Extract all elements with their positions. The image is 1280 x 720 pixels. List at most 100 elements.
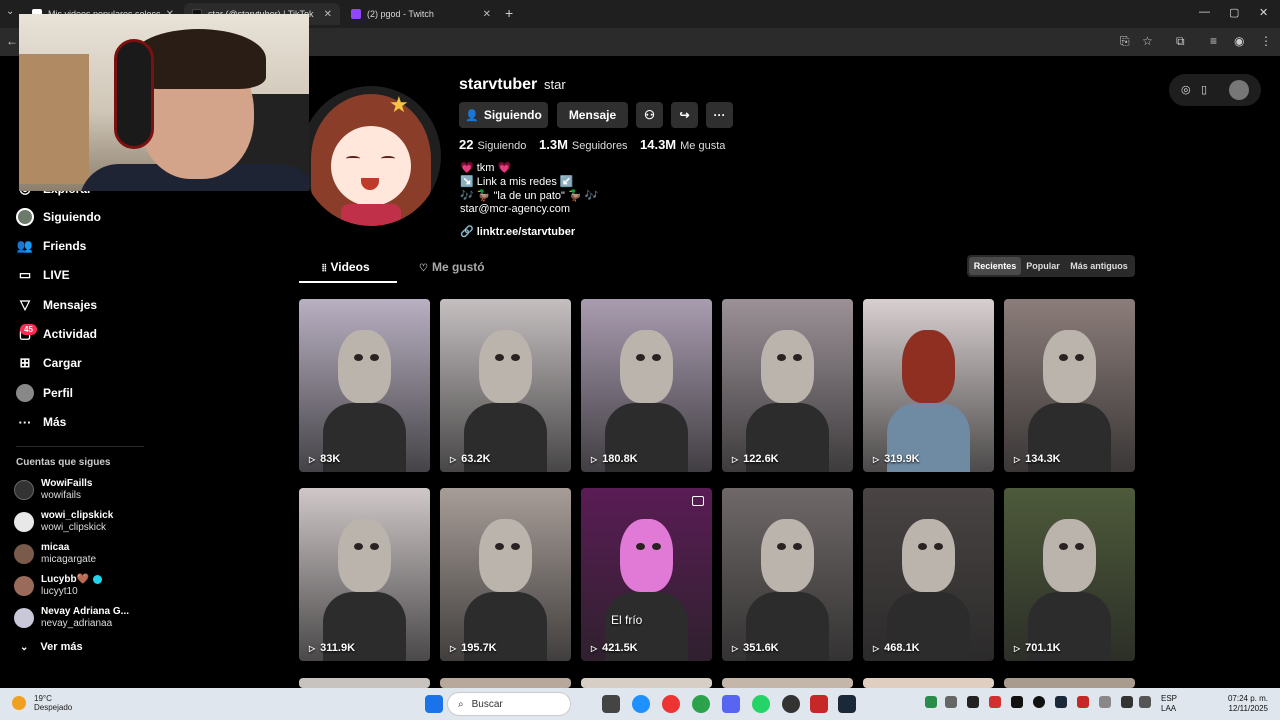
app-red-icon[interactable] bbox=[810, 695, 828, 713]
see-more-button[interactable]: ⌄ Ver más bbox=[20, 641, 83, 653]
followers-stat[interactable]: 1.3M Seguidores bbox=[539, 137, 628, 152]
install-app-icon[interactable]: ⎘ bbox=[1120, 34, 1130, 49]
video-view-count: ▷ 122.6K bbox=[732, 453, 779, 465]
extensions-icon[interactable]: ⧉ bbox=[1176, 34, 1185, 49]
video-thumbnail-partial[interactable] bbox=[581, 678, 712, 688]
browser-tab-2[interactable]: (2) pgod - Twitch ✕ bbox=[343, 3, 499, 25]
sidebar-item-messages[interactable]: ▽ Mensajes bbox=[16, 294, 97, 316]
video-thumbnail[interactable]: ▷ 468.1K bbox=[863, 488, 994, 661]
following-count: 22 bbox=[459, 137, 474, 152]
followed-account-item[interactable]: WowiFaills wowifails bbox=[14, 478, 93, 502]
video-thumbnail[interactable]: ▷ 195.7K bbox=[440, 488, 571, 661]
system-clock[interactable]: 07:24 p. m. 12/11/2025 bbox=[1226, 694, 1268, 714]
following-stat[interactable]: 22 Siguiendo bbox=[459, 137, 526, 152]
activity-badge: 45 bbox=[20, 324, 37, 335]
likes-stat: 14.3M Me gusta bbox=[640, 137, 725, 152]
obs-icon[interactable] bbox=[782, 695, 800, 713]
video-thumbnail[interactable]: ▷ 122.6K bbox=[722, 299, 853, 472]
compass-icon[interactable]: ◎ bbox=[1181, 83, 1191, 96]
sidebar-item-more[interactable]: ··· Más bbox=[16, 411, 67, 433]
tray-app-icon[interactable] bbox=[925, 696, 937, 708]
avatar-collar bbox=[341, 204, 401, 226]
video-thumbnail[interactable]: ▷ 701.1K bbox=[1004, 488, 1135, 661]
video-thumbnail-partial[interactable] bbox=[722, 678, 853, 688]
bio-link[interactable]: 🔗 linktr.ee/starvtuber bbox=[460, 225, 575, 238]
sidebar-item-profile[interactable]: Perfil bbox=[16, 382, 73, 404]
followed-account-item[interactable]: wowi_clipskick wowi_clipskick bbox=[14, 510, 113, 534]
suggested-accounts-button[interactable]: ⚇ bbox=[636, 102, 663, 128]
more-icon: ··· bbox=[18, 414, 32, 430]
video-thumbnail-partial[interactable] bbox=[1004, 678, 1135, 688]
user-avatar[interactable] bbox=[1229, 80, 1249, 100]
message-button[interactable]: Mensaje bbox=[557, 102, 628, 128]
share-button[interactable]: ↪ bbox=[671, 102, 698, 128]
video-thumbnail[interactable]: ▷ 83K bbox=[299, 299, 430, 472]
video-thumbnail[interactable]: ▷ 319.9K bbox=[863, 299, 994, 472]
tray-app-icon[interactable] bbox=[1055, 696, 1067, 708]
chrome-profile-icon[interactable] bbox=[692, 695, 710, 713]
tray-app-icon[interactable] bbox=[945, 696, 957, 708]
browser-menu-icon[interactable]: ⋮ bbox=[1260, 34, 1272, 48]
followed-account-item[interactable]: Lucybb🤎 lucyyt10 bbox=[14, 574, 103, 598]
webcam-headset bbox=[114, 39, 154, 149]
reading-list-icon[interactable]: ≡ bbox=[1210, 34, 1217, 48]
tray-app-icon[interactable] bbox=[1077, 696, 1089, 708]
task-view-icon[interactable] bbox=[602, 695, 620, 713]
tray-app-icon[interactable] bbox=[1099, 696, 1111, 708]
video-thumbnail[interactable]: ▷ 421.5K El frío bbox=[581, 488, 712, 661]
mic-icon[interactable] bbox=[1139, 696, 1151, 708]
sidebar-item-following[interactable]: Siguiendo bbox=[16, 206, 101, 228]
more-options-button[interactable]: ··· bbox=[706, 102, 733, 128]
video-thumbnail[interactable]: ▷ 311.9K bbox=[299, 488, 430, 661]
weather-widget[interactable]: 19°C Despejado bbox=[12, 694, 72, 712]
chrome-icon[interactable] bbox=[662, 695, 680, 713]
sidebar-item-upload[interactable]: ⊞ Cargar bbox=[16, 352, 82, 374]
video-thumbnail[interactable]: ▷ 134.3K bbox=[1004, 299, 1135, 472]
profile-avatar[interactable]: ★ bbox=[301, 86, 441, 226]
video-thumbnail-partial[interactable] bbox=[440, 678, 571, 688]
steam-icon[interactable] bbox=[838, 695, 856, 713]
minimize-button[interactable]: — bbox=[1199, 6, 1210, 18]
sidebar-item-friends[interactable]: 👥 Friends bbox=[16, 235, 86, 257]
tray-app-icon[interactable] bbox=[967, 696, 979, 708]
tab-videos[interactable]: ⦙⦙ Videos bbox=[322, 260, 370, 274]
followed-account-item[interactable]: Nevay Adriana G... nevay_adrianaa bbox=[14, 606, 129, 630]
tray-app-icon[interactable] bbox=[989, 696, 1001, 708]
tray-app-icon[interactable] bbox=[1011, 696, 1023, 708]
tab-liked[interactable]: ♡ Me gustó bbox=[419, 260, 485, 274]
followed-account-item[interactable]: micaa micagargate bbox=[14, 542, 96, 566]
following-accounts-heading: Cuentas que sigues bbox=[16, 457, 111, 468]
video-thumbnail-partial[interactable] bbox=[299, 678, 430, 688]
sort-popular-button[interactable]: Popular bbox=[1023, 257, 1063, 275]
close-tab-icon[interactable]: ✕ bbox=[483, 9, 491, 20]
whatsapp-icon[interactable] bbox=[752, 695, 770, 713]
play-icon: ▷ bbox=[591, 643, 598, 653]
sort-recent-button[interactable]: Recientes bbox=[969, 257, 1021, 275]
tab-search-icon[interactable]: ⌄ bbox=[6, 6, 14, 17]
edge-icon[interactable] bbox=[632, 695, 650, 713]
close-window-button[interactable]: ✕ bbox=[1259, 6, 1268, 19]
video-view-count: ▷ 311.9K bbox=[309, 642, 355, 654]
discord-icon[interactable] bbox=[722, 695, 740, 713]
video-thumbnail[interactable]: ▷ 63.2K bbox=[440, 299, 571, 472]
language-indicator[interactable]: ESP LAA bbox=[1161, 694, 1177, 714]
video-thumbnail[interactable]: ▷ 180.8K bbox=[581, 299, 712, 472]
sort-oldest-button[interactable]: Más antiguos bbox=[1065, 257, 1133, 275]
wifi-icon[interactable] bbox=[1121, 696, 1133, 708]
profile-shield-icon[interactable]: ◉ bbox=[1234, 34, 1244, 48]
maximize-button[interactable]: ▢ bbox=[1229, 6, 1239, 19]
play-icon: ▷ bbox=[1014, 643, 1021, 653]
webcam-shelf bbox=[19, 54, 89, 184]
windows-start-icon[interactable] bbox=[425, 695, 443, 713]
new-tab-button[interactable]: + bbox=[505, 5, 513, 21]
following-button[interactable]: 👤 Siguiendo bbox=[459, 102, 548, 128]
tray-app-icon[interactable] bbox=[1033, 696, 1045, 708]
taskbar-search[interactable]: ⌕ Buscar bbox=[447, 692, 571, 716]
video-thumbnail[interactable]: ▷ 351.6K bbox=[722, 488, 853, 661]
bookmark-star-icon[interactable]: ☆ bbox=[1142, 34, 1153, 48]
sidebar-item-live[interactable]: ▭ LIVE bbox=[16, 264, 70, 286]
video-thumbnail-partial[interactable] bbox=[863, 678, 994, 688]
close-tab-icon[interactable]: ✕ bbox=[324, 9, 332, 20]
back-icon[interactable]: ← bbox=[6, 34, 18, 48]
phone-icon[interactable]: ▯ bbox=[1201, 83, 1207, 96]
